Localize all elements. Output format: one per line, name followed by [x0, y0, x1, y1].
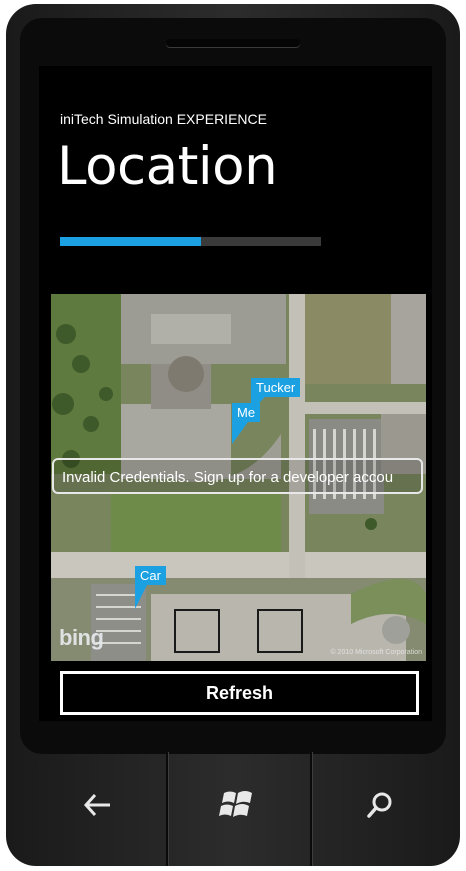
map-pin-car[interactable]: Car [135, 566, 166, 585]
map-pin-me-pointer [232, 422, 248, 444]
windows-logo-icon[interactable] [208, 780, 268, 830]
map-pin-car-pointer [135, 585, 147, 609]
earpiece-speaker [166, 39, 300, 47]
app-title: iniTech Simulation EXPERIENCE [60, 111, 267, 127]
map-pin-tucker[interactable]: Tucker [251, 378, 301, 397]
back-arrow-icon[interactable] [68, 780, 128, 830]
bing-logo: bing [59, 625, 104, 650]
map-view[interactable]: Tucker Me Car Invalid Credentials. Sign … [51, 294, 426, 661]
map-credentials-error: Invalid Credentials. Sign up for a devel… [52, 458, 423, 494]
map-pin-me[interactable]: Me [232, 403, 261, 422]
map-copyright: © 2010 Microsoft Corporation [330, 649, 422, 656]
refresh-button[interactable]: Refresh [60, 671, 419, 715]
hardware-divider [166, 752, 168, 866]
page-title: Location [57, 136, 278, 197]
phone-screen: iniTech Simulation EXPERIENCE Location T… [39, 66, 432, 721]
search-icon[interactable] [350, 780, 410, 830]
progress-bar [60, 237, 321, 246]
hardware-divider [310, 752, 312, 866]
progress-bar-fill [60, 237, 201, 246]
